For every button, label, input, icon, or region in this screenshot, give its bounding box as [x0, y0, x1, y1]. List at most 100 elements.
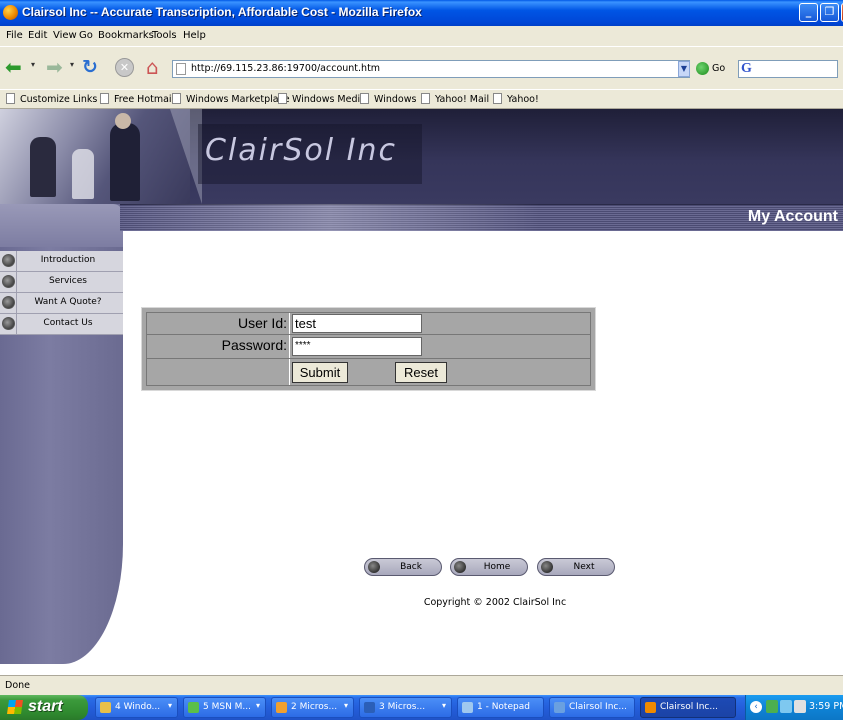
bookmark-page-icon	[6, 93, 15, 104]
address-url[interactable]: http://69.115.23.86:19700/account.htm	[191, 63, 380, 74]
app-icon	[554, 702, 565, 713]
back-button[interactable]: Back	[364, 558, 442, 576]
show-hidden-icons-icon[interactable]: ‹	[750, 701, 762, 713]
minimize-button[interactable]: _	[799, 3, 818, 22]
stop-icon[interactable]: ✕	[115, 58, 134, 77]
copyright-text: Copyright © 2002 ClairSol Inc	[423, 597, 567, 608]
bullet-icon	[368, 561, 380, 573]
messenger-icon[interactable]	[780, 700, 792, 713]
address-dropdown-icon[interactable]: ▼	[678, 61, 690, 77]
bookmark-page-icon	[278, 93, 287, 104]
app-icon	[462, 702, 473, 713]
bookmark-page-icon	[493, 93, 502, 104]
app-icon	[100, 702, 111, 713]
taskbar-button-label: 5 MSN M...	[203, 702, 252, 712]
menu-help[interactable]: Help	[183, 30, 206, 41]
taskbar-button-label: 4 Windo...	[115, 702, 161, 712]
menu-edit[interactable]: Edit	[28, 30, 47, 41]
sidebar-item-introduction[interactable]: Introduction	[0, 251, 123, 272]
home-icon[interactable]: ⌂	[146, 56, 168, 78]
site-logo: ClairSol Inc	[205, 133, 397, 168]
password-row: Password: ****	[147, 335, 590, 359]
go-button[interactable]: Go	[712, 63, 725, 74]
header-photo	[0, 109, 190, 204]
status-bar: Done	[0, 675, 843, 695]
group-dropdown-icon[interactable]: ▾	[256, 701, 260, 710]
password-label: Password:	[221, 337, 287, 353]
sidebar-item-contact-us[interactable]: Contact Us	[0, 314, 123, 335]
login-form: User Id: test Password: **** Submit Rese…	[141, 307, 596, 391]
reset-button[interactable]: Reset	[395, 362, 447, 383]
group-dropdown-icon[interactable]: ▾	[442, 701, 446, 710]
bookmark-page-icon	[421, 93, 430, 104]
next-button[interactable]: Next	[537, 558, 615, 576]
forward-arrow-icon[interactable]: ➡	[46, 57, 68, 77]
bullet-icon	[2, 296, 15, 309]
group-dropdown-icon[interactable]: ▾	[344, 701, 348, 710]
menu-file[interactable]: File	[6, 30, 23, 41]
taskbar-button-label: 2 Micros...	[291, 702, 338, 712]
taskbar: start 4 Windo... ▾ 5 MSN M... ▾ 2 Micros... ▾…	[0, 695, 843, 720]
start-button[interactable]: start	[0, 695, 88, 720]
menu-tools[interactable]: Tools	[152, 30, 177, 41]
taskbar-button[interactable]: 5 MSN M... ▾	[183, 697, 266, 718]
sidebar-item-services[interactable]: Services	[0, 272, 123, 293]
taskbar-button-label: Clairsol Inc...	[569, 702, 627, 712]
clock: 3:59 PM	[809, 701, 843, 712]
taskbar-button[interactable]: 3 Micros... ▾	[359, 697, 452, 718]
page-icon	[176, 63, 186, 75]
bookmark-windows[interactable]: Windows	[360, 93, 416, 105]
form-buttons-row: Submit Reset	[147, 359, 590, 385]
taskbar-button[interactable]: Clairsol Inc...	[549, 697, 635, 718]
back-arrow-icon[interactable]: ⬅	[5, 57, 27, 77]
window-titlebar[interactable]: Clairsol Inc -- Accurate Transcription, …	[0, 0, 843, 26]
password-input[interactable]: ****	[292, 337, 422, 356]
bookmark-customize-links[interactable]: Customize Links	[6, 93, 97, 105]
bookmark-windows-media[interactable]: Windows Media	[278, 93, 366, 105]
status-text: Done	[5, 680, 30, 691]
bookmark-yahoo[interactable]: Yahoo!	[493, 93, 539, 105]
app-icon	[188, 702, 199, 713]
bookmark-free-hotmail[interactable]: Free Hotmail	[100, 93, 174, 105]
firefox-icon	[3, 5, 18, 20]
forward-dropdown-icon[interactable]: ▾	[70, 60, 74, 69]
bookmark-yahoo-mail[interactable]: Yahoo! Mail	[421, 93, 489, 105]
search-input[interactable]: G	[738, 60, 838, 78]
taskbar-button[interactable]: 2 Micros... ▾	[271, 697, 354, 718]
menu-bar: File Edit View Go Bookmarks Tools Help	[0, 26, 843, 46]
taskbar-button[interactable]: 1 - Notepad	[457, 697, 544, 718]
group-dropdown-icon[interactable]: ▾	[168, 701, 172, 710]
bookmark-page-icon	[172, 93, 181, 104]
taskbar-button[interactable]: 4 Windo... ▾	[95, 697, 178, 718]
app-icon	[276, 702, 287, 713]
back-dropdown-icon[interactable]: ▾	[31, 60, 35, 69]
navigation-toolbar: ⬅ ▾ ➡ ▾ ↻ ✕ ⌂ http://69.115.23.86:19700/…	[0, 46, 843, 89]
monitor-icon[interactable]	[794, 700, 806, 713]
bullet-icon	[2, 317, 15, 330]
home-button[interactable]: Home	[450, 558, 528, 576]
bullet-icon	[2, 254, 15, 267]
maximize-button[interactable]: ❐	[820, 3, 839, 22]
taskbar-button-label: 1 - Notepad	[477, 702, 530, 712]
menu-go[interactable]: Go	[79, 30, 93, 41]
user-id-label: User Id:	[237, 315, 287, 331]
address-bar[interactable]: http://69.115.23.86:19700/account.htm	[172, 60, 690, 78]
page-content: ClairSol Inc My Account Introduction Ser…	[0, 109, 843, 675]
sidebar-item-want-a-quote[interactable]: Want A Quote?	[0, 293, 123, 314]
google-search-icon[interactable]: G	[741, 61, 752, 77]
taskbar-button[interactable]: Clairsol Inc...	[640, 697, 736, 718]
user-id-input[interactable]: test	[292, 314, 422, 333]
bullet-icon	[454, 561, 466, 573]
reload-icon[interactable]: ↻	[82, 57, 102, 77]
app-icon	[645, 702, 656, 713]
bookmark-windows-marketplace[interactable]: Windows Marketplace	[172, 93, 290, 105]
section-title: My Account	[747, 208, 838, 225]
menu-bookmarks[interactable]: Bookmarks	[98, 30, 154, 41]
system-tray: ‹ 3:59 PM	[745, 695, 843, 720]
network-icon[interactable]	[766, 700, 778, 713]
menu-view[interactable]: View	[53, 30, 77, 41]
submit-button[interactable]: Submit	[292, 362, 348, 383]
sidebar-top	[0, 204, 123, 247]
bookmark-page-icon	[100, 93, 109, 104]
go-arrow-icon[interactable]	[696, 62, 709, 75]
